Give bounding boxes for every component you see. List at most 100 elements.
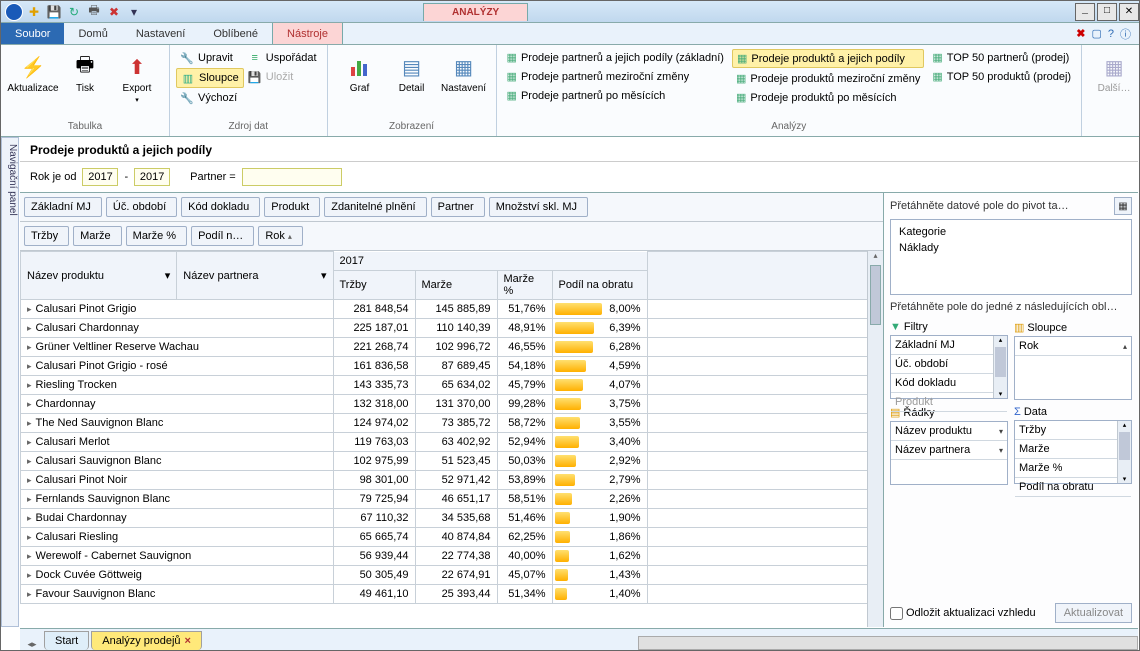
menu-nastroje[interactable]: Nástroje (272, 23, 343, 44)
expand-icon[interactable]: ▸ (27, 437, 32, 447)
link-partneri-zmeny[interactable]: ▦Prodeje partnerů meziroční změny (503, 68, 728, 85)
expand-icon[interactable]: ▸ (27, 342, 32, 352)
ribbon-usporadat[interactable]: ≡Uspořádat (244, 49, 321, 67)
minimize-button[interactable]: _ (1075, 3, 1095, 21)
expand-icon[interactable]: ▸ (27, 361, 32, 371)
table-row[interactable]: ▸Calusari Merlot119 763,0363 402,9252,94… (21, 433, 868, 452)
ribbon-ulozit[interactable]: 💾Uložit (244, 68, 321, 86)
menu-nastaveni[interactable]: Nastavení (122, 23, 200, 44)
nav-panel-collapsed[interactable]: Navigační panel (1, 137, 19, 627)
tab-scroll-left[interactable]: ◂▸ (20, 639, 44, 650)
link-produkty-zmeny[interactable]: ▦Prodeje produktů meziroční změny (732, 70, 924, 87)
dim-chip[interactable]: Kód dokladu (181, 197, 260, 217)
dim-chip[interactable]: Partner (431, 197, 485, 217)
dim-chip[interactable]: Marže % (126, 226, 187, 246)
horizontal-scrollbar[interactable] (638, 636, 1138, 650)
menu-oblibene[interactable]: Oblíbené (199, 23, 272, 44)
expand-icon[interactable]: ▸ (27, 418, 32, 428)
dim-chip[interactable]: Rok ▴ (258, 226, 303, 246)
dim-chip[interactable]: Úč. období (106, 197, 177, 217)
expand-icon[interactable]: ▸ (27, 532, 32, 542)
ribbon-nastaveni[interactable]: ▦ Nastavení (438, 49, 490, 94)
fp-item-kategorie[interactable]: Kategorie (895, 224, 1127, 240)
expand-icon[interactable]: ▸ (27, 323, 32, 333)
update-button[interactable]: Aktualizovat (1055, 603, 1132, 623)
expand-icon[interactable]: ▸ (27, 399, 32, 409)
expand-icon[interactable]: ▸ (27, 494, 32, 504)
link-produkty-mesice[interactable]: ▦Prodeje produktů po měsících (732, 89, 924, 106)
window-icon[interactable]: ▢ (1091, 27, 1101, 40)
ribbon-vychozi[interactable]: 🔧Výchozí (176, 89, 244, 107)
table-row[interactable]: ▸Grüner Veltliner Reserve Wachau221 268,… (21, 338, 868, 357)
ribbon-graf[interactable]: Graf (334, 49, 386, 94)
fp-item-naklady[interactable]: Náklady (895, 240, 1127, 256)
fp-chip[interactable]: Marže (1015, 440, 1131, 459)
ribbon-detail[interactable]: ▤ Detail (386, 49, 438, 94)
link-top50-partneri[interactable]: ▦TOP 50 partnerů (prodej) (928, 49, 1075, 66)
expand-icon[interactable]: ▸ (27, 304, 32, 314)
tab-start[interactable]: Start (44, 631, 89, 650)
fp-chip[interactable]: Základní MJ (891, 336, 1007, 355)
delete-icon[interactable]: ✖ (105, 3, 123, 21)
link-top50-produkty[interactable]: ▦TOP 50 produktů (prodej) (928, 68, 1075, 85)
scrollbar[interactable]: ▴▾ (993, 336, 1007, 398)
dim-chip[interactable]: Zdanitelné plnění (324, 197, 426, 217)
save-icon[interactable]: 💾 (45, 3, 63, 21)
fp-chip[interactable]: Tržby (1015, 421, 1131, 440)
table-row[interactable]: ▸Calusari Riesling65 665,7440 874,8462,2… (21, 528, 868, 547)
table-row[interactable]: ▸Budai Chardonnay67 110,3234 535,6851,46… (21, 509, 868, 528)
close-tab-icon[interactable]: ✖ (1076, 27, 1085, 40)
col-podil[interactable]: Podíl na obratu (552, 271, 647, 300)
dim-chip[interactable]: Tržby (24, 226, 69, 246)
fp-chip[interactable]: Marže % (1015, 459, 1131, 478)
tab-analyzy-prodeju[interactable]: Analýzy prodejů× (91, 631, 202, 650)
table-row[interactable]: ▸Riesling Trocken143 335,7365 634,0245,7… (21, 376, 868, 395)
expand-icon[interactable]: ▸ (27, 380, 32, 390)
layout-icon[interactable]: ▦ (1114, 197, 1132, 215)
dim-chip[interactable]: Množství skl. MJ (489, 197, 588, 217)
table-row[interactable]: ▸Fernlands Sauvignon Blanc79 725,9446 65… (21, 490, 868, 509)
table-row[interactable]: ▸The Ned Sauvignon Blanc124 974,0273 385… (21, 414, 868, 433)
partner-input[interactable] (242, 168, 342, 186)
year-header[interactable]: 2017 (333, 252, 647, 271)
ribbon-export[interactable]: ⬆ Export ▾ (111, 49, 163, 104)
expand-icon[interactable]: ▸ (27, 456, 32, 466)
year-to-input[interactable] (134, 168, 170, 186)
tab-close-icon[interactable]: × (185, 635, 191, 647)
col-marzep[interactable]: Marže % (497, 271, 552, 300)
menu-soubor[interactable]: Soubor (1, 23, 64, 44)
expand-icon[interactable]: ▸ (27, 551, 32, 561)
vertical-scrollbar[interactable]: ▴ (867, 251, 883, 627)
print-icon[interactable]: 🖶 (85, 3, 103, 21)
expand-icon[interactable]: ▸ (27, 513, 32, 523)
table-row[interactable]: ▸Chardonnay132 318,00131 370,0099,28%3,7… (21, 395, 868, 414)
fp-chip[interactable]: Produkt (891, 393, 1007, 412)
fp-chip[interactable]: Rok▴ (1015, 337, 1131, 356)
dim-chip[interactable]: Podíl n… (191, 226, 254, 246)
maximize-button[interactable]: □ (1097, 3, 1117, 21)
table-row[interactable]: ▸Calusari Pinot Grigio281 848,54145 885,… (21, 300, 868, 319)
fp-chip[interactable]: Podíl na obratu (1015, 478, 1131, 497)
menu-domu[interactable]: Domů (64, 23, 121, 44)
col-trzby[interactable]: Tržby (333, 271, 415, 300)
table-row[interactable]: ▸Calusari Chardonnay225 187,01110 140,39… (21, 319, 868, 338)
expand-icon[interactable]: ▸ (27, 475, 32, 485)
table-row[interactable]: ▸Calusari Pinot Noir98 301,0052 971,4253… (21, 471, 868, 490)
expand-icon[interactable]: ▸ (27, 589, 32, 599)
dim-chip[interactable]: Marže (73, 226, 122, 246)
link-produkty-podily[interactable]: ▦Prodeje produktů a jejich podíly (732, 49, 924, 68)
row-header-partner[interactable]: Název partnera (183, 270, 258, 282)
table-row[interactable]: ▸Dock Cuvée Göttweig50 305,4922 674,9145… (21, 566, 868, 585)
ribbon-upravit[interactable]: 🔧Upravit (176, 49, 244, 67)
qat-dropdown-icon[interactable]: ▾ (125, 3, 143, 21)
dim-chip[interactable]: Produkt (264, 197, 320, 217)
table-row[interactable]: ▸Werewolf - Cabernet Sauvignon56 939,442… (21, 547, 868, 566)
table-row[interactable]: ▸Favour Sauvignon Blanc49 461,1025 393,4… (21, 585, 868, 604)
help-icon[interactable]: ? (1108, 28, 1114, 40)
info-icon[interactable]: ⓘ (1120, 26, 1131, 42)
ribbon-aktualizace[interactable]: ⚡ Aktualizace (7, 49, 59, 94)
fp-chip[interactable]: Název produktu▾ (891, 422, 1007, 441)
expand-icon[interactable]: ▸ (27, 570, 32, 580)
link-partneri-mesice[interactable]: ▦Prodeje partnerů po měsících (503, 87, 728, 104)
scrollbar[interactable]: ▴▾ (1117, 421, 1131, 483)
